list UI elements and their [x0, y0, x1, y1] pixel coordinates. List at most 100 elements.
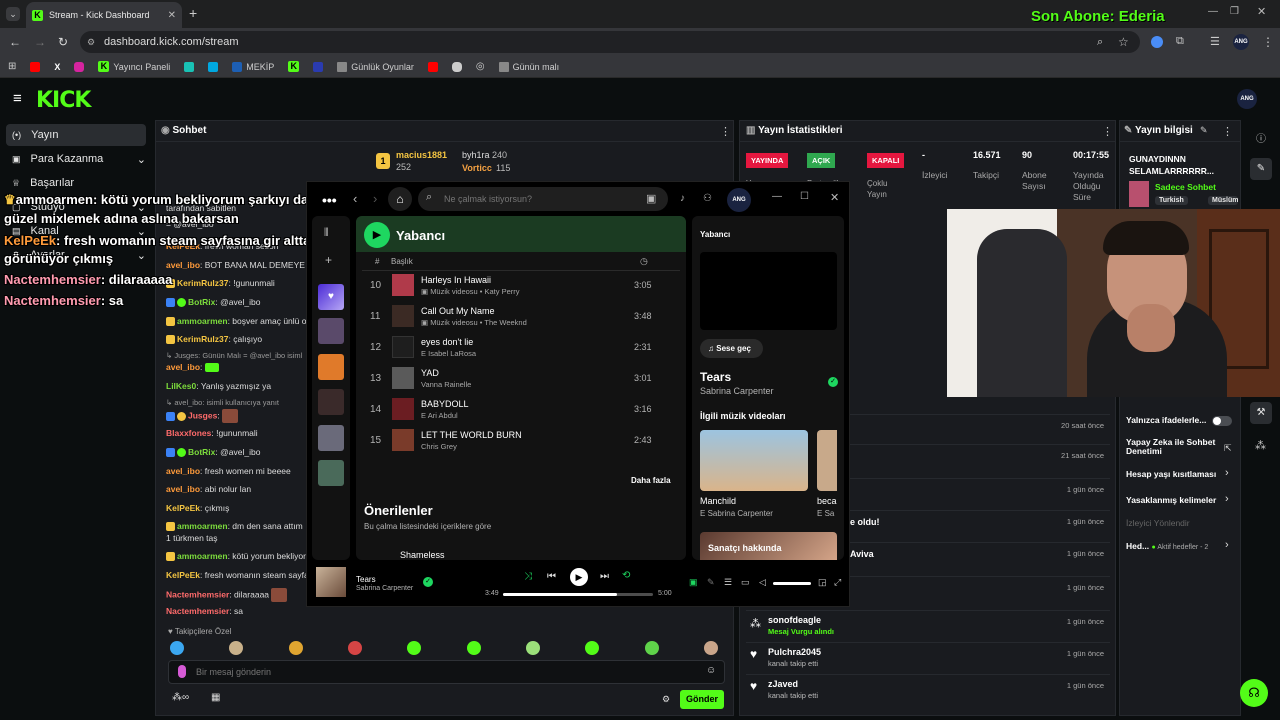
points-icon[interactable]: ⁂∞: [172, 692, 189, 703]
player-added-check-icon[interactable]: ✓: [423, 577, 433, 587]
top-gifter-1-name[interactable]: macius1881: [396, 150, 447, 160]
track-title[interactable]: YAD: [421, 368, 439, 378]
emoji-picker-icon[interactable]: ☺: [706, 665, 716, 676]
playlist-thumbnail[interactable]: [318, 425, 344, 451]
youtube2-bookmark-icon[interactable]: [427, 61, 438, 72]
related-video-title[interactable]: Manchild: [700, 496, 736, 506]
recommended-track-peek[interactable]: Shameless: [400, 550, 445, 559]
new-tab-button[interactable]: +: [189, 5, 197, 21]
zoom-icon[interactable]: ⌕: [1097, 36, 1103, 49]
hamburger-menu-icon[interactable]: ≡: [13, 90, 22, 107]
repeat-icon[interactable]: ⟲: [622, 570, 630, 581]
spotify-close-icon[interactable]: ✕: [830, 191, 839, 204]
kick-bookmark-icon[interactable]: K: [288, 61, 300, 72]
play-button-icon[interactable]: ▶: [364, 222, 390, 248]
related-video-thumbnail[interactable]: [817, 430, 837, 491]
track-title[interactable]: LET THE WORLD BURN: [421, 430, 522, 440]
apps-grid-icon[interactable]: ⊞: [8, 61, 16, 72]
emote-icon[interactable]: [525, 641, 540, 655]
emote-icon[interactable]: [229, 641, 244, 655]
added-check-icon[interactable]: ✓: [828, 377, 838, 387]
chat-username[interactable]: avel_ibo: [166, 484, 200, 494]
chat-username[interactable]: Nactemhemsier: [166, 606, 229, 616]
track-row[interactable]: 14 BABYDOLL E Ari Abdul 3:16: [362, 396, 680, 424]
track-artist[interactable]: Ari Abdul: [428, 411, 458, 420]
activity-name[interactable]: sonofdeagle: [768, 615, 821, 625]
spotify-menu-icon[interactable]: •••: [322, 192, 337, 208]
chat-username[interactable]: Nactemhemsier: [166, 589, 229, 599]
browser-tab[interactable]: K Stream - Kick Dashboard ✕: [26, 2, 182, 28]
sidebar-item-para-kazanma[interactable]: ▣ Para Kazanma ⌄: [6, 148, 146, 170]
store-icon[interactable]: ▦: [211, 692, 220, 703]
help-headset-icon[interactable]: ☊: [1240, 679, 1268, 707]
related-video-artist-name[interactable]: Sa: [825, 509, 835, 518]
shuffle-icon[interactable]: ⤨: [524, 571, 532, 582]
chat-menu-icon[interactable]: ⋮: [720, 125, 731, 138]
info-menu-icon[interactable]: ⋮: [1222, 125, 1233, 138]
player-track-artist[interactable]: Sabrina Carpenter: [356, 585, 413, 592]
chat-username[interactable]: avel_ibo: [166, 260, 200, 270]
back-arrow-icon[interactable]: ←: [9, 35, 21, 49]
volume-icon[interactable]: ◁: [759, 577, 766, 588]
now-playing-title[interactable]: Tears: [700, 370, 731, 384]
playlist-thumbnail[interactable]: [318, 318, 344, 344]
spotify-home-icon[interactable]: ⌂: [388, 187, 412, 211]
mini-player-icon[interactable]: ◲: [818, 577, 827, 588]
tools-rail-icon[interactable]: ⚒: [1250, 402, 1272, 424]
track-artist[interactable]: Müzik videosu • Katy Perry: [430, 287, 519, 296]
queue-icon[interactable]: ☰: [724, 577, 732, 588]
tab-search-button[interactable]: ⌄: [6, 7, 20, 21]
option-goals[interactable]: Hed... ● Aktif hedefler - 2: [1126, 541, 1208, 551]
track-row[interactable]: 15 LET THE WORLD BURN Chris Grey 2:43: [362, 427, 680, 455]
spotify-avatar[interactable]: ANG: [727, 188, 751, 212]
option-raid[interactable]: İzleyici Yönlendir: [1126, 518, 1190, 528]
send-button[interactable]: Gönder: [680, 690, 724, 709]
track-row[interactable]: 13 YAD Vanna Rainelle 3:01: [362, 365, 680, 393]
kick-logo[interactable]: KICK: [36, 88, 91, 113]
track-artist[interactable]: Isabel LaRosa: [428, 349, 476, 358]
previous-track-icon[interactable]: ⏮: [547, 571, 556, 582]
chat-username[interactable]: LilKes0: [166, 381, 196, 391]
prime-bookmark-icon[interactable]: [208, 61, 219, 72]
extension-icon[interactable]: [1151, 36, 1163, 48]
emote-icon[interactable]: [703, 641, 718, 655]
chat-username[interactable]: ammoarmen: [177, 551, 228, 561]
now-playing-artist[interactable]: Sabrina Carpenter: [700, 386, 774, 396]
globe-bookmark-icon[interactable]: ◎: [476, 61, 485, 72]
activity-name[interactable]: zJaved: [768, 679, 798, 689]
sidebar-item-basarilar[interactable]: ♕ Başarılar: [6, 172, 146, 194]
seek-bar[interactable]: [503, 593, 653, 596]
chat-username[interactable]: Blaxxfones: [166, 428, 211, 438]
track-artist[interactable]: Chris Grey: [421, 442, 457, 451]
emote-icon[interactable]: [585, 641, 600, 655]
playlist-thumbnail[interactable]: [318, 460, 344, 486]
bookmark-mekip[interactable]: MEKİP: [232, 61, 274, 72]
user-avatar[interactable]: ANG: [1237, 89, 1257, 109]
mic-icon[interactable]: [178, 665, 186, 678]
tab-close-icon[interactable]: ✕: [168, 10, 176, 21]
library-icon[interactable]: ⫴: [324, 227, 329, 240]
emote-icon[interactable]: [466, 641, 481, 655]
track-title[interactable]: BABYDOLL: [421, 399, 469, 409]
window-minimize-icon[interactable]: —: [1208, 6, 1218, 17]
chat-username[interactable]: avel_ibo: [166, 362, 200, 372]
sidebar-item-yayin[interactable]: (•) Yayın: [6, 124, 146, 146]
forward-arrow-icon[interactable]: →: [34, 35, 46, 49]
chat-username[interactable]: avel_ibo: [166, 466, 200, 476]
chat-username[interactable]: ammoarmen: [177, 521, 228, 531]
youtube-bookmark-icon[interactable]: [30, 61, 41, 72]
related-video-thumbnail[interactable]: [700, 430, 808, 491]
chat-settings-icon[interactable]: ⚙: [662, 694, 670, 705]
player-track-title[interactable]: Tears: [356, 575, 376, 584]
spotify-forward-icon[interactable]: ›: [373, 191, 377, 206]
emote-icon[interactable]: [170, 641, 184, 655]
info-circle-icon[interactable]: ⓘ: [1256, 130, 1266, 145]
spotify-bell-icon[interactable]: ♪: [680, 193, 685, 204]
create-playlist-icon[interactable]: +: [325, 253, 332, 267]
chat-message-input[interactable]: [196, 664, 696, 680]
chat-username[interactable]: KelPeEk: [166, 570, 200, 580]
chat-username[interactable]: BotRix: [188, 447, 215, 457]
activity-name[interactable]: Pulchra2045: [768, 647, 821, 657]
next-track-icon[interactable]: ⏭: [600, 571, 609, 582]
stats-menu-icon[interactable]: ⋮: [1102, 125, 1113, 138]
